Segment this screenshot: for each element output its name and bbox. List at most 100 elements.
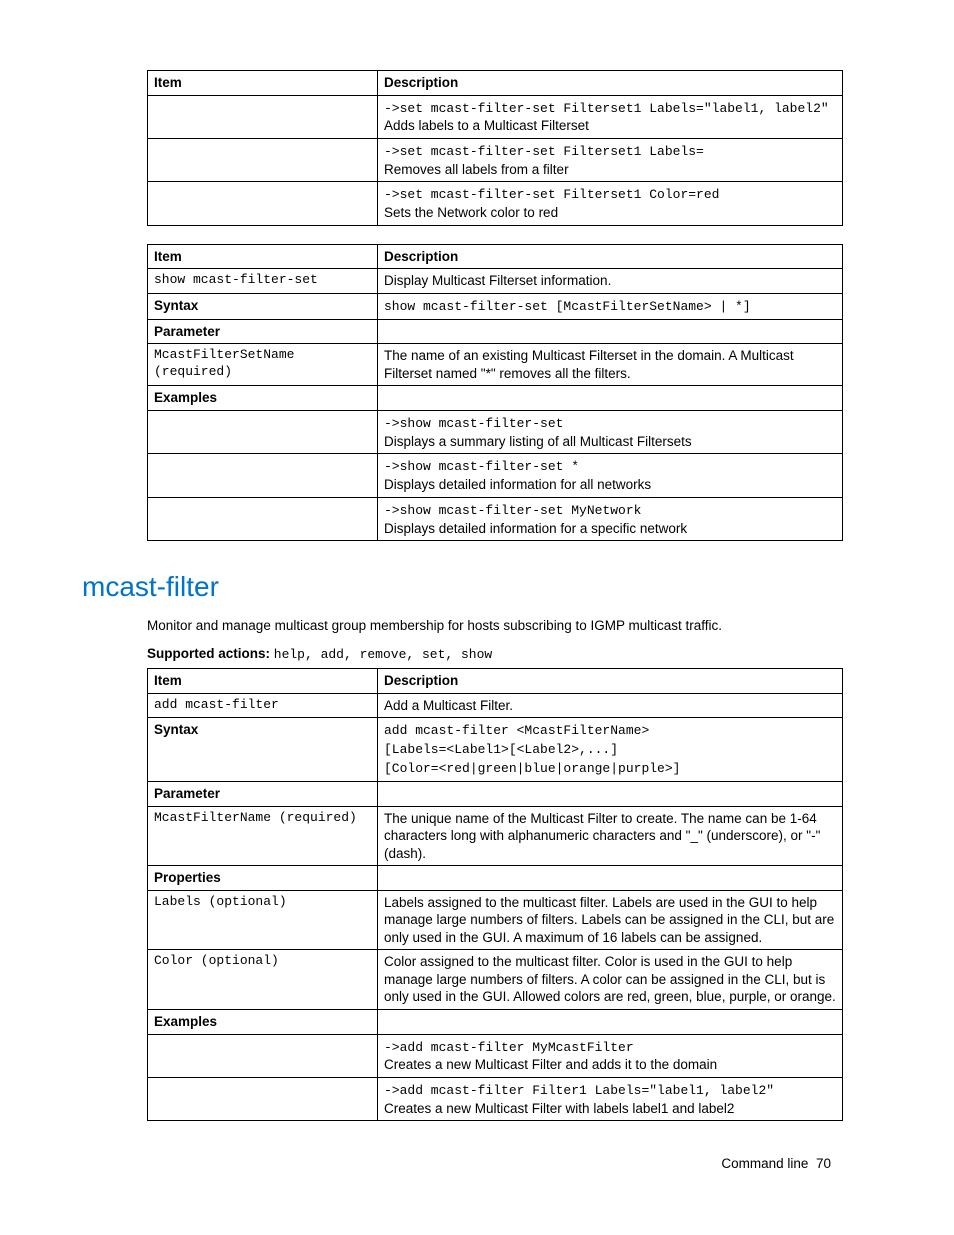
item-cell: Syntax <box>148 293 378 319</box>
item-cell: McastFilterName (required) <box>148 806 378 866</box>
col-header-item: Item <box>148 71 378 96</box>
command-text: ->add mcast-filter MyMcastFilter <box>384 1040 634 1055</box>
description-cell <box>378 782 843 807</box>
description-cell: The name of an existing Multicast Filter… <box>378 344 843 386</box>
supported-actions: help, add, remove, set, show <box>274 647 492 662</box>
description-cell: ->set mcast-filter-set Filterset1 Labels… <box>378 138 843 181</box>
page-footer: Command line 70 <box>70 1156 831 1171</box>
description-text: Displays detailed information for all ne… <box>384 477 651 492</box>
table-row: ->show mcast-filter-setDisplays a summar… <box>148 411 843 454</box>
description-text: Color assigned to the multicast filter. … <box>384 954 836 1004</box>
command-text: ->show mcast-filter-set MyNetwork <box>384 503 641 518</box>
table-header-row: Item Description <box>148 71 843 96</box>
item-cell <box>148 454 378 497</box>
description-cell <box>378 319 843 344</box>
description-cell: Add a Multicast Filter. <box>378 693 843 718</box>
description-cell: The unique name of the Multicast Filter … <box>378 806 843 866</box>
description-cell: Labels assigned to the multicast filter.… <box>378 890 843 950</box>
table-row: Examples <box>148 386 843 411</box>
description-cell <box>378 866 843 891</box>
item-cell <box>148 138 378 181</box>
intro-text: Monitor and manage multicast group membe… <box>147 617 831 636</box>
command-text: ->show mcast-filter-set * <box>384 459 579 474</box>
description-text: The name of an existing Multicast Filter… <box>384 348 794 381</box>
description-cell: show mcast-filter-set [McastFilterSetNam… <box>378 293 843 319</box>
description-text: Sets the Network color to red <box>384 205 558 220</box>
supported-label: Supported actions: <box>147 646 274 661</box>
description-cell: ->add mcast-filter MyMcastFilterCreates … <box>378 1034 843 1077</box>
table-row: ->set mcast-filter-set Filterset1 Labels… <box>148 138 843 181</box>
table-row: show mcast-filter-set Display Multicast F… <box>148 269 843 294</box>
description-text: Adds labels to a Multicast Filterset <box>384 118 589 133</box>
command-text: ->add mcast-filter Filter1 Labels="label… <box>384 1083 774 1098</box>
table-row: Parameter <box>148 782 843 807</box>
command-text: ->show mcast-filter-set <box>384 416 563 431</box>
item-cell <box>148 182 378 225</box>
item-cell: Parameter <box>148 782 378 807</box>
item-cell: show mcast-filter-set <box>148 269 378 294</box>
table-add-mcast-filter: Item Description add mcast-filter Add a M… <box>147 668 843 1121</box>
description-text: Labels assigned to the multicast filter.… <box>384 895 834 945</box>
footer-text: Command line <box>721 1156 808 1171</box>
description-text: Removes all labels from a filter <box>384 162 569 177</box>
item-cell <box>148 497 378 540</box>
item-cell: Examples <box>148 1010 378 1035</box>
item-cell: McastFilterSetName (required) <box>148 344 378 386</box>
description-cell: ->set mcast-filter-set Filterset1 Labels… <box>378 95 843 138</box>
table-row: ->add mcast-filter Filter1 Labels="label… <box>148 1078 843 1121</box>
footer-page: 70 <box>816 1156 831 1171</box>
item-cell: Color (optional) <box>148 950 378 1010</box>
description-text: Creates a new Multicast Filter with labe… <box>384 1101 734 1116</box>
table-show-mcast-filterset: Item Description show mcast-filter-set Di… <box>147 244 843 541</box>
description-cell <box>378 1010 843 1035</box>
description-cell: ->show mcast-filter-set MyNetworkDisplay… <box>378 497 843 540</box>
description-cell: ->set mcast-filter-set Filterset1 Color=… <box>378 182 843 225</box>
command-text: ->set mcast-filter-set Filterset1 Labels… <box>384 101 829 116</box>
description-text: Add a Multicast Filter. <box>384 698 513 713</box>
description-cell: ->show mcast-filter-set * Displays detail… <box>378 454 843 497</box>
description-cell: Display Multicast Filterset information. <box>378 269 843 294</box>
item-cell <box>148 1078 378 1121</box>
col-header-item: Item <box>148 244 378 269</box>
item-cell: Examples <box>148 386 378 411</box>
item-cell <box>148 411 378 454</box>
command-text: ->set mcast-filter-set Filterset1 Color=… <box>384 187 719 202</box>
table-row: Labels (optional)Labels assigned to the … <box>148 890 843 950</box>
table-row: ->add mcast-filter MyMcastFilterCreates … <box>148 1034 843 1077</box>
supported-actions-line: Supported actions: help, add, remove, se… <box>147 646 831 662</box>
col-header-desc: Description <box>378 71 843 96</box>
table-row: McastFilterName (required)The unique nam… <box>148 806 843 866</box>
table-row: Properties <box>148 866 843 891</box>
command-text: ->set mcast-filter-set Filterset1 Labels… <box>384 144 704 159</box>
table-header-row: Item Description <box>148 244 843 269</box>
table-row: Examples <box>148 1010 843 1035</box>
description-cell: ->add mcast-filter Filter1 Labels="label… <box>378 1078 843 1121</box>
table-row: ->show mcast-filter-set MyNetworkDisplay… <box>148 497 843 540</box>
col-header-desc: Description <box>378 669 843 694</box>
table-row: ->show mcast-filter-set * Displays detail… <box>148 454 843 497</box>
table-set-mcast-filterset: Item Description ->set mcast-filter-set … <box>147 70 843 226</box>
item-cell: Labels (optional) <box>148 890 378 950</box>
section-heading: mcast-filter <box>82 571 831 603</box>
table-row: ->set mcast-filter-set Filterset1 Color=… <box>148 182 843 225</box>
item-cell: add mcast-filter <box>148 693 378 718</box>
description-text: The unique name of the Multicast Filter … <box>384 811 820 861</box>
command-text: show mcast-filter-set [McastFilterSetNam… <box>384 299 751 314</box>
table-row: ->set mcast-filter-set Filterset1 Labels… <box>148 95 843 138</box>
col-header-item: Item <box>148 669 378 694</box>
item-cell <box>148 95 378 138</box>
item-cell: Syntax <box>148 718 378 782</box>
table-row: Color (optional)Color assigned to the mu… <box>148 950 843 1010</box>
description-cell <box>378 386 843 411</box>
description-cell: Color assigned to the multicast filter. … <box>378 950 843 1010</box>
table-header-row: Item Description <box>148 669 843 694</box>
description-cell: add mcast-filter <McastFilterName>[Label… <box>378 718 843 782</box>
command-text: add mcast-filter <McastFilterName>[Label… <box>384 723 680 776</box>
description-cell: ->show mcast-filter-setDisplays a summar… <box>378 411 843 454</box>
table-row: Parameter <box>148 319 843 344</box>
item-cell: Properties <box>148 866 378 891</box>
description-text: Display Multicast Filterset information. <box>384 273 611 288</box>
table-row: add mcast-filter Add a Multicast Filter. <box>148 693 843 718</box>
item-cell: Parameter <box>148 319 378 344</box>
item-cell <box>148 1034 378 1077</box>
